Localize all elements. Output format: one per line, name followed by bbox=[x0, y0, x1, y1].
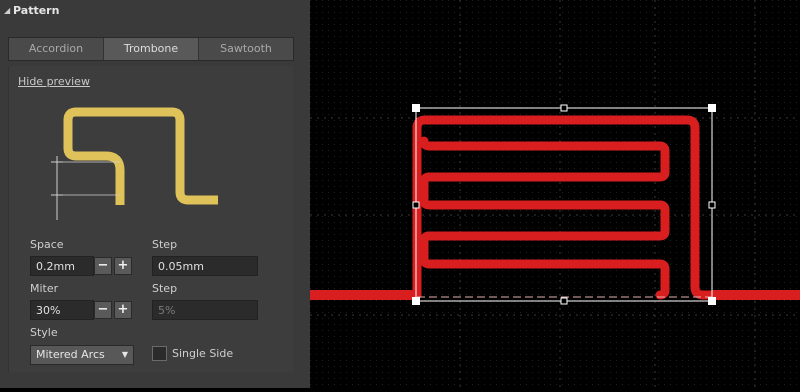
single-side-checkbox[interactable] bbox=[152, 346, 167, 361]
resize-handle-left[interactable] bbox=[412, 201, 420, 209]
style-select[interactable]: Mitered Arcs ▼ bbox=[30, 345, 134, 365]
space-decrement-button[interactable]: − bbox=[94, 257, 112, 275]
pattern-preview bbox=[51, 107, 218, 220]
single-side-label: Single Side bbox=[172, 347, 234, 360]
resize-handle-top[interactable] bbox=[560, 104, 568, 112]
hide-preview-link[interactable]: Hide preview bbox=[18, 75, 90, 88]
miter-label: Miter bbox=[30, 282, 59, 295]
pattern-tabs: Accordion Trombone Sawtooth bbox=[8, 37, 294, 61]
tab-accordion[interactable]: Accordion bbox=[9, 38, 104, 60]
space-increment-button[interactable]: + bbox=[114, 257, 132, 275]
resize-handle-top-left[interactable] bbox=[412, 104, 420, 112]
miter-step-label: Step bbox=[152, 282, 178, 295]
resize-handle-top-right[interactable] bbox=[708, 104, 716, 112]
miter-input[interactable]: 30% bbox=[30, 300, 94, 320]
pattern-title: Pattern bbox=[13, 4, 60, 17]
collapse-triangle-icon[interactable]: ◢ bbox=[4, 6, 10, 15]
tab-sawtooth[interactable]: Sawtooth bbox=[199, 38, 293, 60]
miter-step-input: 5% bbox=[152, 300, 258, 320]
pattern-header[interactable]: ◢ Pattern bbox=[0, 0, 310, 22]
step-input[interactable]: 0.05mm bbox=[152, 256, 258, 276]
style-select-value: Mitered Arcs bbox=[36, 348, 105, 361]
preview-trace bbox=[63, 107, 218, 205]
tab-trombone[interactable]: Trombone bbox=[104, 38, 199, 60]
chevron-down-icon: ▼ bbox=[121, 350, 128, 359]
dot-grid bbox=[310, 0, 800, 388]
pattern-panel: ◢ Pattern Accordion Trombone Sawtooth Hi… bbox=[0, 0, 310, 388]
pcb-canvas[interactable] bbox=[310, 0, 800, 388]
resize-handle-bottom-right[interactable] bbox=[708, 297, 716, 305]
space-input[interactable]: 0.2mm bbox=[30, 256, 94, 276]
space-label: Space bbox=[30, 238, 64, 251]
resize-handle-bottom-left[interactable] bbox=[412, 297, 420, 305]
miter-increment-button[interactable]: + bbox=[114, 301, 132, 319]
step-label: Step bbox=[152, 238, 178, 251]
resize-handle-right[interactable] bbox=[708, 201, 716, 209]
style-label: Style bbox=[30, 326, 58, 339]
miter-decrement-button[interactable]: − bbox=[94, 301, 112, 319]
resize-handle-bottom[interactable] bbox=[560, 297, 568, 305]
canvas-graphics bbox=[310, 0, 800, 388]
